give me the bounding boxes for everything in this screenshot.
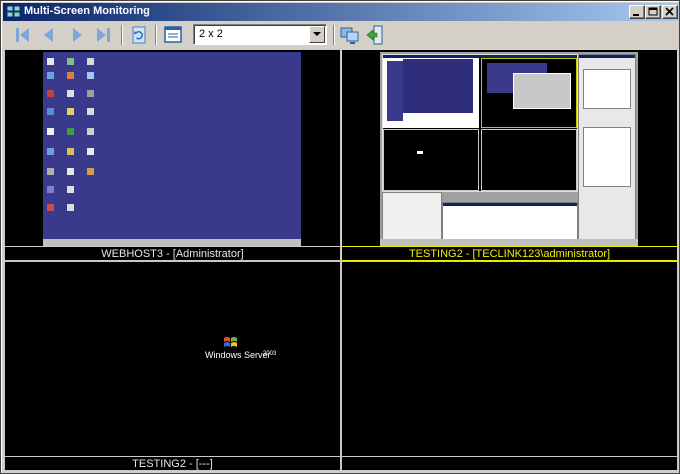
title-bar[interactable]: Multi-Screen Monitoring xyxy=(3,3,679,21)
monitor-grid: WEBHOST3 - [Administrator] TESTING2 - [T… xyxy=(4,49,678,471)
monitor-pane-1[interactable]: WEBHOST3 - [Administrator] xyxy=(4,49,341,261)
monitor-pane-4[interactable] xyxy=(341,261,678,471)
toolbar-separator xyxy=(155,25,157,45)
layout-select[interactable]: 2 x 2 xyxy=(193,24,327,45)
close-button[interactable] xyxy=(662,5,678,19)
monitor-pane-3[interactable]: Windows Server 2003 TESTING2 - [---] xyxy=(4,261,341,471)
last-screen-button[interactable] xyxy=(91,23,115,47)
pane-label: TESTING2 - [TECLINK123\administrator] xyxy=(342,246,677,260)
minimize-button[interactable] xyxy=(629,5,645,19)
view-button[interactable] xyxy=(161,23,185,47)
maximize-button[interactable] xyxy=(645,5,661,19)
exit-button[interactable] xyxy=(363,23,387,47)
first-screen-button[interactable] xyxy=(11,23,35,47)
remote-desktop-thumbnail xyxy=(43,52,301,246)
window-title: Multi-Screen Monitoring xyxy=(24,5,150,17)
toolbar-separator xyxy=(333,25,335,45)
pane-label xyxy=(342,456,677,470)
splash-edition: 2003 xyxy=(263,351,277,357)
toolbar-separator xyxy=(121,25,123,45)
pane-label: WEBHOST3 - [Administrator] xyxy=(5,246,340,260)
app-icon xyxy=(6,4,22,20)
splash-brand: Windows Server xyxy=(205,350,271,360)
monitor-pane-2[interactable]: TESTING2 - [TECLINK123\administrator] xyxy=(341,49,678,261)
remote-desktop-thumbnail xyxy=(380,52,638,246)
next-screen-button[interactable] xyxy=(65,23,89,47)
multi-screen-monitoring-window: Multi-Screen Monitoring 2 x 2 WEBHOST3 -… xyxy=(0,0,680,474)
layout-select-value: 2 x 2 xyxy=(199,28,223,40)
refresh-button[interactable] xyxy=(127,23,151,47)
toolbar: 2 x 2 xyxy=(3,21,679,49)
layout-dropdown-button[interactable] xyxy=(309,26,325,43)
previous-screen-button[interactable] xyxy=(37,23,61,47)
computer-button[interactable] xyxy=(337,23,361,47)
pane-label: TESTING2 - [---] xyxy=(5,456,340,470)
